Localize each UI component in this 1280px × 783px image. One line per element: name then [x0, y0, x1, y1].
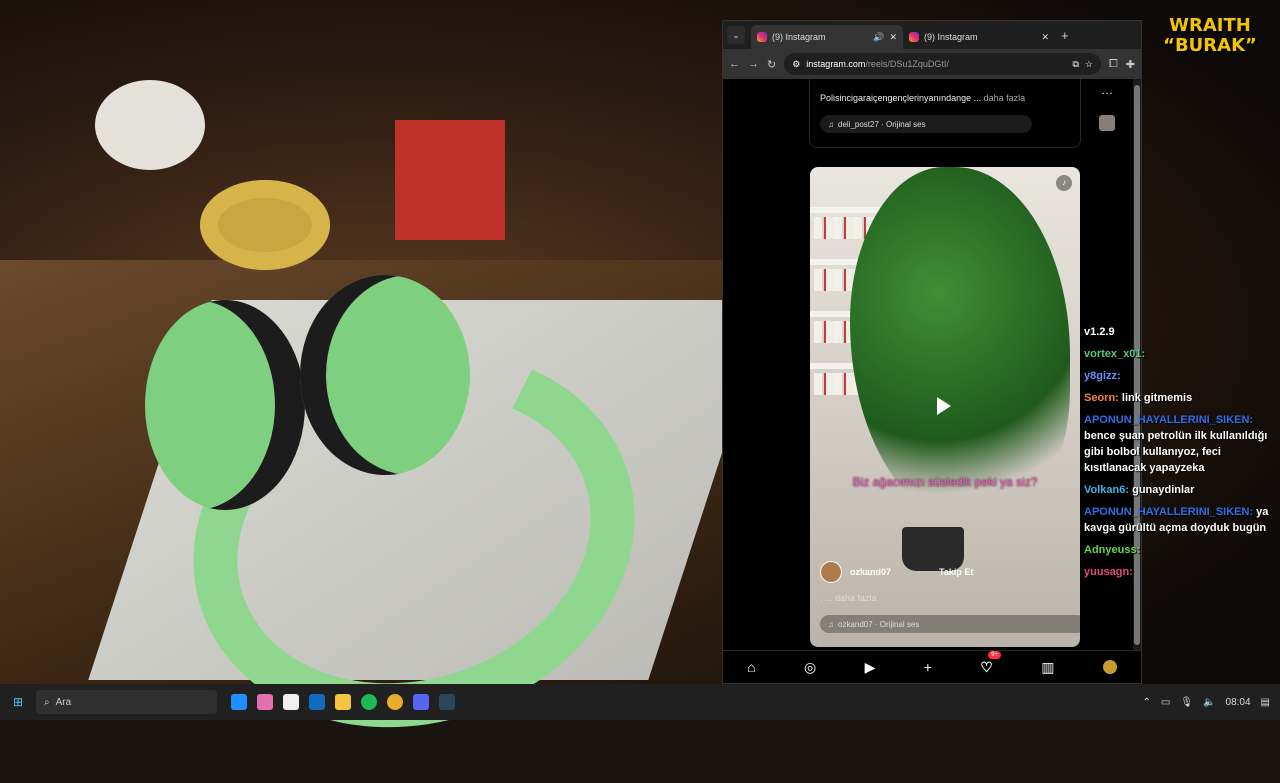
site-info-icon[interactable]: ⚙: [792, 59, 800, 70]
chevron-up-icon[interactable]: ⌃: [1143, 697, 1151, 708]
outlook-icon[interactable]: [309, 694, 325, 710]
network-icon[interactable]: ▭: [1161, 697, 1170, 708]
clock[interactable]: 08:04: [1226, 697, 1251, 708]
author-username[interactable]: ozkand07: [850, 567, 891, 577]
copilot-icon[interactable]: [257, 694, 273, 710]
stats-icon[interactable]: ▥: [1041, 659, 1054, 676]
pinned-apps: [231, 694, 455, 710]
file-explorer-icon[interactable]: [335, 694, 351, 710]
extension-icon[interactable]: ⧠: [1109, 58, 1118, 71]
chat-message: vortex_x01:: [1084, 348, 1146, 360]
volume-icon[interactable]: 🔈: [1203, 697, 1215, 708]
activity-icon[interactable]: ♡ 9+: [980, 650, 1002, 676]
spotify-icon[interactable]: [361, 694, 377, 710]
post-caption: Polisincigaraiçengençlerinyanındange ...…: [820, 93, 1026, 103]
chat-message: Seorn: link gitmemis: [1084, 392, 1193, 404]
forward-icon[interactable]: →: [748, 58, 759, 70]
speaker-icon[interactable]: 🔊: [873, 32, 884, 43]
extensions-puzzle-icon[interactable]: ✚: [1126, 58, 1135, 71]
audio-thumbnail[interactable]: [1099, 115, 1115, 131]
audio-chip[interactable]: ♫ deli_post27 · Orijinal ses: [820, 115, 1032, 133]
discord-icon[interactable]: [413, 694, 429, 710]
chat-message: Adnyeuss:: [1084, 544, 1141, 556]
install-app-icon[interactable]: ⧉: [1072, 59, 1078, 70]
music-note-icon: ♫: [828, 119, 834, 129]
tab-title: (9) Instagram: [924, 32, 978, 42]
stream-brand-overlay: WRAITH “BURAK”: [1160, 16, 1260, 56]
instagram-bottom-nav: ⌂ ◎ ▶ + ♡ 9+ ▥: [723, 650, 1141, 683]
more-options-icon[interactable]: …: [1101, 83, 1113, 97]
brand-line2: “BURAK”: [1163, 35, 1257, 56]
notifications-icon[interactable]: ▤: [1261, 697, 1270, 708]
reel-video[interactable]: ♪ Biz ağacımızı süsledik peki ya siz? oz…: [810, 167, 1080, 647]
edge-icon[interactable]: [231, 694, 247, 710]
explore-icon[interactable]: ◎: [804, 659, 816, 676]
search-placeholder: Ara: [55, 696, 72, 708]
audio-chip[interactable]: ♫ ozkand07 · Orijinal ses: [820, 615, 1080, 633]
chat-message: APONUN_HAYALLERINI_SIKEN: ya kavga gürül…: [1084, 506, 1269, 534]
tissue-roll: [95, 80, 205, 170]
new-tab-icon[interactable]: +: [1061, 28, 1069, 43]
instagram-favicon-icon: [909, 32, 919, 42]
url-path: /reels/DSu1ZquDGtI/: [865, 59, 949, 69]
chat-message: y8gizz:: [1084, 370, 1121, 382]
headset-ear-cup-left: [145, 300, 305, 510]
brand-line1: WRAITH: [1169, 15, 1251, 36]
chat-version: v1.2.9: [1084, 326, 1115, 338]
microphone-icon[interactable]: 🎙: [1180, 697, 1193, 708]
steam-icon[interactable]: [439, 694, 455, 710]
close-tab-icon[interactable]: ✕: [1041, 32, 1049, 43]
create-icon[interactable]: +: [924, 659, 932, 675]
close-tab-icon[interactable]: ✕: [889, 32, 897, 43]
reel-author: ozkand07 Takip Et: [820, 561, 973, 583]
avatar[interactable]: [820, 561, 842, 583]
red-box: [395, 120, 505, 240]
url-host: instagram.com: [806, 59, 866, 69]
address-bar-row: ← → ↻ ⚙ instagram.com/reels/DSu1ZquDGtI/…: [723, 49, 1141, 79]
windows-taskbar: ⊞ ⌕ Ara ⌃ ▭ 🎙 🔈 08:04 ▤: [0, 684, 1280, 720]
chat-message: Volkan6: gunaydinlar: [1084, 484, 1195, 496]
volume-icon[interactable]: ♪: [1056, 175, 1072, 191]
start-icon[interactable]: ⊞: [0, 695, 36, 709]
tab-instagram-active[interactable]: (9) Instagram 🔊 ✕: [751, 25, 903, 49]
tab-search-dropdown-icon[interactable]: ⌄: [727, 26, 745, 44]
system-tray: ⌃ ▭ 🎙 🔈 08:04 ▤: [1143, 697, 1280, 708]
music-note-icon: ♫: [828, 619, 834, 629]
bookmark-star-icon[interactable]: ☆: [1085, 59, 1093, 70]
profile-avatar[interactable]: [1102, 660, 1117, 674]
caption-more-link[interactable]: . ... daha fazla: [820, 593, 877, 603]
tape-roll: [200, 180, 330, 270]
taskbar-search[interactable]: ⌕ Ara: [36, 690, 217, 714]
follow-button[interactable]: Takip Et: [939, 567, 973, 577]
search-icon: ⌕: [44, 696, 50, 708]
url-field[interactable]: ⚙ instagram.com/reels/DSu1ZquDGtI/ ⧉ ☆: [784, 53, 1101, 75]
tab-title: (9) Instagram: [772, 32, 826, 42]
chat-message: yuusagn:: [1084, 566, 1133, 578]
reels-icon[interactable]: ▶: [865, 659, 876, 676]
store-icon[interactable]: [283, 694, 299, 710]
chat-message: APONUN_HAYALLERINI_SIKEN: bence şuan pet…: [1084, 414, 1268, 474]
instagram-feed: Polisincigaraiçengençlerinyanındange ...…: [723, 79, 1141, 651]
tab-instagram[interactable]: (9) Instagram ✕: [903, 25, 1055, 49]
notification-badge: 9+: [988, 650, 1002, 659]
back-icon[interactable]: ←: [729, 58, 740, 70]
instagram-favicon-icon: [757, 32, 767, 42]
home-icon[interactable]: ⌂: [747, 659, 755, 675]
reload-icon[interactable]: ↻: [767, 58, 776, 71]
previous-post: Polisincigaraiçengençlerinyanındange ...…: [809, 79, 1081, 148]
tab-strip: ⌄ (9) Instagram 🔊 ✕ (9) Instagram ✕ +: [723, 21, 1141, 49]
chrome-icon[interactable]: [387, 694, 403, 710]
browser-window: ⌄ (9) Instagram 🔊 ✕ (9) Instagram ✕ + ← …: [722, 20, 1142, 684]
decorated-tree: [850, 167, 1070, 527]
video-overlay-text: Biz ağacımızı süsledik peki ya siz?: [852, 475, 1038, 489]
more-link[interactable]: daha fazla: [984, 93, 1026, 103]
headset-ear-cup-right: [300, 275, 470, 475]
stream-chat-overlay: v1.2.9 vortex_x01: y8gizz: Seorn: link g…: [1084, 324, 1274, 586]
play-icon[interactable]: [937, 397, 951, 415]
